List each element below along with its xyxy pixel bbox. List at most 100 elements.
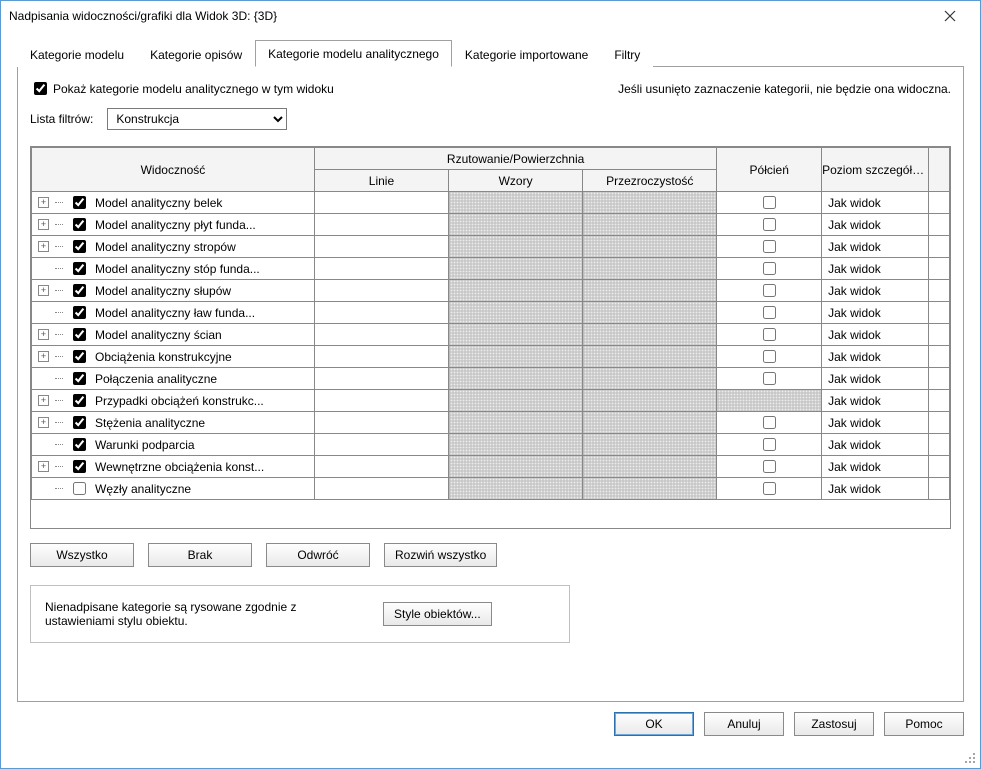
- visibility-cell[interactable]: Połączenia analityczne: [32, 368, 315, 390]
- category-checkbox[interactable]: [73, 460, 86, 473]
- category-checkbox[interactable]: [73, 482, 86, 495]
- expand-icon[interactable]: +: [38, 197, 49, 208]
- halftone-cell[interactable]: [717, 258, 822, 280]
- detail-level-cell[interactable]: Jak widok: [822, 214, 929, 236]
- patterns-cell[interactable]: [449, 192, 583, 214]
- transparency-cell[interactable]: [583, 434, 717, 456]
- expand-all-button[interactable]: Rozwiń wszystko: [384, 543, 497, 567]
- patterns-cell[interactable]: [449, 456, 583, 478]
- detail-level-cell[interactable]: Jak widok: [822, 434, 929, 456]
- patterns-cell[interactable]: [449, 280, 583, 302]
- transparency-cell[interactable]: [583, 368, 717, 390]
- detail-level-cell[interactable]: Jak widok: [822, 368, 929, 390]
- lines-cell[interactable]: [314, 236, 448, 258]
- detail-level-cell[interactable]: Jak widok: [822, 236, 929, 258]
- transparency-cell[interactable]: [583, 258, 717, 280]
- visibility-cell[interactable]: +Model analityczny słupów: [32, 280, 315, 302]
- cancel-button[interactable]: Anuluj: [704, 712, 784, 736]
- patterns-cell[interactable]: [449, 324, 583, 346]
- detail-level-cell[interactable]: Jak widok: [822, 456, 929, 478]
- halftone-cell[interactable]: [717, 214, 822, 236]
- transparency-cell[interactable]: [583, 214, 717, 236]
- visibility-cell[interactable]: +Obciążenia konstrukcyjne: [32, 346, 315, 368]
- expand-icon[interactable]: +: [38, 285, 49, 296]
- halftone-checkbox[interactable]: [763, 350, 776, 363]
- detail-level-cell[interactable]: Jak widok: [822, 390, 929, 412]
- visibility-cell[interactable]: +Wewnętrzne obciążenia konst...: [32, 456, 315, 478]
- patterns-cell[interactable]: [449, 478, 583, 500]
- transparency-cell[interactable]: [583, 192, 717, 214]
- halftone-checkbox[interactable]: [763, 262, 776, 275]
- tab-model[interactable]: Kategorie modelu: [17, 41, 137, 67]
- lines-cell[interactable]: [314, 412, 448, 434]
- expand-icon[interactable]: +: [38, 351, 49, 362]
- patterns-cell[interactable]: [449, 258, 583, 280]
- none-button[interactable]: Brak: [148, 543, 252, 567]
- transparency-cell[interactable]: [583, 456, 717, 478]
- expand-icon[interactable]: +: [38, 395, 49, 406]
- visibility-cell[interactable]: Model analityczny ław funda...: [32, 302, 315, 324]
- expand-icon[interactable]: +: [38, 417, 49, 428]
- halftone-checkbox[interactable]: [763, 306, 776, 319]
- visibility-cell[interactable]: +Przypadki obciążeń konstrukc...: [32, 390, 315, 412]
- halftone-checkbox[interactable]: [763, 328, 776, 341]
- category-checkbox[interactable]: [73, 306, 86, 319]
- patterns-cell[interactable]: [449, 390, 583, 412]
- lines-cell[interactable]: [314, 346, 448, 368]
- category-checkbox[interactable]: [73, 328, 86, 341]
- visibility-cell[interactable]: +Model analityczny stropów: [32, 236, 315, 258]
- detail-level-cell[interactable]: Jak widok: [822, 478, 929, 500]
- show-categories-checkbox[interactable]: [34, 82, 47, 95]
- help-button[interactable]: Pomoc: [884, 712, 964, 736]
- halftone-cell[interactable]: [717, 368, 822, 390]
- lines-cell[interactable]: [314, 214, 448, 236]
- patterns-cell[interactable]: [449, 214, 583, 236]
- category-checkbox[interactable]: [73, 372, 86, 385]
- close-button[interactable]: [928, 2, 972, 30]
- visibility-cell[interactable]: +Model analityczny płyt funda...: [32, 214, 315, 236]
- transparency-cell[interactable]: [583, 302, 717, 324]
- detail-level-cell[interactable]: Jak widok: [822, 192, 929, 214]
- halftone-cell[interactable]: [717, 302, 822, 324]
- visibility-cell[interactable]: +Stężenia analityczne: [32, 412, 315, 434]
- halftone-checkbox[interactable]: [763, 218, 776, 231]
- category-checkbox[interactable]: [73, 394, 86, 407]
- halftone-checkbox[interactable]: [763, 416, 776, 429]
- detail-level-cell[interactable]: Jak widok: [822, 258, 929, 280]
- detail-level-cell[interactable]: Jak widok: [822, 280, 929, 302]
- visibility-cell[interactable]: +Model analityczny ścian: [32, 324, 315, 346]
- patterns-cell[interactable]: [449, 412, 583, 434]
- halftone-cell[interactable]: [717, 434, 822, 456]
- lines-cell[interactable]: [314, 456, 448, 478]
- category-checkbox[interactable]: [73, 240, 86, 253]
- lines-cell[interactable]: [314, 302, 448, 324]
- halftone-cell[interactable]: [717, 456, 822, 478]
- category-checkbox[interactable]: [73, 438, 86, 451]
- transparency-cell[interactable]: [583, 390, 717, 412]
- patterns-cell[interactable]: [449, 368, 583, 390]
- patterns-cell[interactable]: [449, 434, 583, 456]
- expand-icon[interactable]: +: [38, 241, 49, 252]
- lines-cell[interactable]: [314, 324, 448, 346]
- patterns-cell[interactable]: [449, 302, 583, 324]
- halftone-cell[interactable]: [717, 412, 822, 434]
- lines-cell[interactable]: [314, 192, 448, 214]
- detail-level-cell[interactable]: Jak widok: [822, 412, 929, 434]
- detail-level-cell[interactable]: Jak widok: [822, 302, 929, 324]
- lines-cell[interactable]: [314, 478, 448, 500]
- tab-filters[interactable]: Filtry: [601, 41, 653, 67]
- filter-select[interactable]: Konstrukcja: [107, 108, 287, 130]
- visibility-cell[interactable]: Węzły analityczne: [32, 478, 315, 500]
- transparency-cell[interactable]: [583, 346, 717, 368]
- halftone-cell[interactable]: [717, 280, 822, 302]
- lines-cell[interactable]: [314, 390, 448, 412]
- detail-level-cell[interactable]: Jak widok: [822, 324, 929, 346]
- category-checkbox[interactable]: [73, 350, 86, 363]
- all-button[interactable]: Wszystko: [30, 543, 134, 567]
- invert-button[interactable]: Odwróć: [266, 543, 370, 567]
- visibility-cell[interactable]: Warunki podparcia: [32, 434, 315, 456]
- transparency-cell[interactable]: [583, 324, 717, 346]
- tab-imported[interactable]: Kategorie importowane: [452, 41, 601, 67]
- halftone-checkbox[interactable]: [763, 460, 776, 473]
- halftone-cell[interactable]: [717, 324, 822, 346]
